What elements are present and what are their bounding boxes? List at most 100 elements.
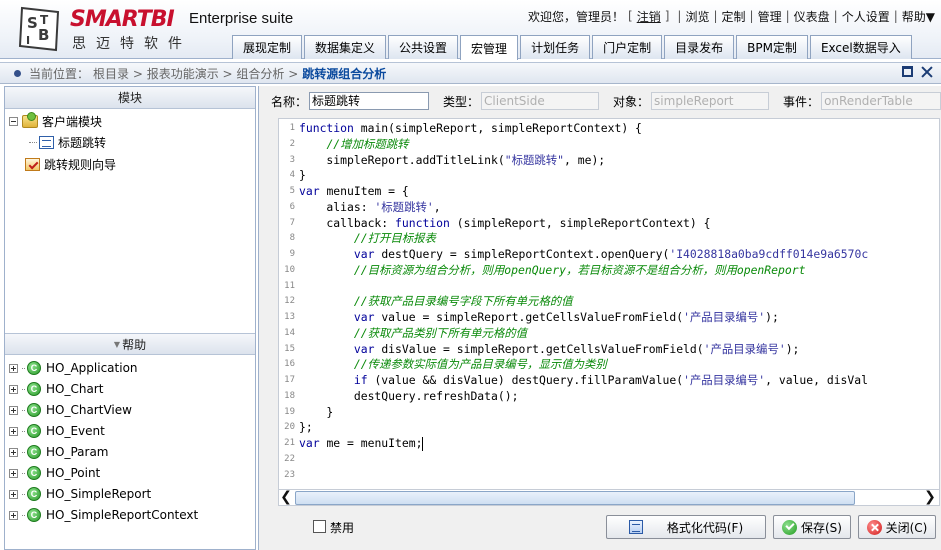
code-line: 12 //获取产品目录编号字段下所有单元格的值 bbox=[279, 293, 939, 309]
line-number: 1 bbox=[289, 123, 295, 133]
code-line: 9 var destQuery = simpleReportContext.op… bbox=[279, 246, 939, 262]
tab-dataset-definition[interactable]: 数据集定义 bbox=[304, 35, 387, 59]
tree-node-label: 标题跳转 bbox=[58, 135, 107, 150]
nav-browse[interactable]: 浏览 bbox=[685, 8, 709, 25]
code-line: 14 //获取产品类别下所有单元格的值 bbox=[279, 325, 939, 341]
nav-customize[interactable]: 定制 bbox=[722, 8, 746, 25]
name-field[interactable]: 标题跳转 bbox=[309, 92, 430, 110]
disable-label: 禁用 bbox=[330, 521, 355, 535]
class-icon: C bbox=[27, 445, 41, 459]
help-item[interactable]: C HO_Event bbox=[9, 422, 105, 440]
expand-icon[interactable] bbox=[9, 510, 18, 520]
expand-icon[interactable] bbox=[9, 405, 18, 415]
help-item-label: HO_Point bbox=[46, 466, 101, 480]
expand-icon[interactable] bbox=[9, 363, 18, 373]
format-icon bbox=[628, 520, 643, 534]
code-line: 22 bbox=[279, 451, 939, 467]
tree-node-jump-rule-wizard[interactable]: 跳转规则向导 bbox=[25, 155, 116, 173]
help-panel-header[interactable]: ▼ 帮助 bbox=[5, 333, 255, 355]
brand-cn-text: 思迈特软件 bbox=[72, 36, 192, 52]
tree-node-label: 客户端模块 bbox=[42, 114, 103, 129]
wizard-icon bbox=[25, 157, 40, 171]
tab-bpm-design[interactable]: BPM定制 bbox=[736, 35, 808, 59]
class-icon: C bbox=[27, 508, 41, 522]
help-item[interactable]: C HO_SimpleReport bbox=[9, 485, 151, 503]
code-line: 17 if (value && disValue) destQuery.fill… bbox=[279, 372, 939, 388]
save-button[interactable]: 保存(S) bbox=[773, 515, 851, 539]
help-item-label: HO_SimpleReportContext bbox=[46, 508, 199, 522]
help-item-label: HO_Param bbox=[46, 445, 109, 459]
breadcrumb-prefix: 当前位置： bbox=[29, 66, 90, 81]
expand-icon[interactable] bbox=[9, 489, 18, 499]
tree-node-title-jump[interactable]: 标题跳转 bbox=[29, 133, 106, 151]
tree-node-client-module[interactable]: 客户端模块 bbox=[9, 111, 103, 130]
code-line: 20}; bbox=[279, 419, 939, 435]
tab-catalog-publish[interactable]: 目录发布 bbox=[664, 35, 735, 59]
code-line: 18 destQuery.refreshData(); bbox=[279, 388, 939, 404]
help-item[interactable]: C HO_Param bbox=[9, 443, 109, 461]
welcome-text: 欢迎您，管理员！ bbox=[528, 9, 625, 24]
tab-excel-import[interactable]: Excel数据导入 bbox=[809, 35, 912, 59]
expand-icon[interactable] bbox=[9, 426, 18, 436]
main-tabs: 展现定制 数据集定义 公共设置 宏管理 计划任务 门户定制 目录发布 BPM定制… bbox=[232, 35, 914, 60]
help-list: C HO_Application C HO_Chart C HO_ChartView C HO… bbox=[5, 355, 255, 545]
line-number: 6 bbox=[289, 201, 295, 212]
folder-icon bbox=[22, 111, 38, 128]
app-window: S B T I SMARTBI 思迈特软件 Enterprise suite 欢… bbox=[0, 0, 941, 550]
class-icon: C bbox=[27, 403, 41, 417]
text-caret bbox=[422, 436, 424, 451]
line-number: 17 bbox=[284, 375, 295, 385]
maximize-icon[interactable] bbox=[902, 66, 913, 77]
nav-help-menu[interactable]: 帮助▼ bbox=[902, 8, 935, 25]
horizontal-scrollbar[interactable]: ❮ ❯ bbox=[278, 490, 940, 506]
line-number: 3 bbox=[289, 154, 295, 165]
help-item[interactable]: C HO_ChartView bbox=[9, 401, 132, 419]
code-line: 7 callback: function (simpleReport, simp… bbox=[279, 215, 939, 231]
breadcrumb-current: 跳转源组合分析 bbox=[302, 66, 387, 81]
tab-report-design[interactable]: 展现定制 bbox=[232, 35, 303, 59]
breadcrumb-path[interactable]: 根目录 > 报表功能演示 > 组合分析 > bbox=[93, 65, 298, 82]
close-button[interactable]: 关闭(C) bbox=[858, 515, 936, 539]
code-line: 1 function main(simpleReport, simpleRepor… bbox=[279, 120, 939, 136]
header: S B T I SMARTBI 思迈特软件 Enterprise suite 欢… bbox=[0, 0, 941, 60]
code-line: 6 alias: '标题跳转', bbox=[279, 199, 939, 215]
tab-scheduled-tasks[interactable]: 计划任务 bbox=[520, 35, 591, 59]
line-number: 5 bbox=[289, 186, 295, 196]
name-label: 名称： bbox=[271, 94, 308, 109]
expand-icon[interactable] bbox=[9, 468, 18, 478]
help-item[interactable]: C HO_Application bbox=[9, 359, 138, 377]
close-icon[interactable] bbox=[921, 66, 933, 78]
nav-manage[interactable]: 管理 bbox=[758, 8, 782, 25]
code-line: 16 //传递参数实际值为产品目录编号，显示值为类别 bbox=[279, 356, 939, 372]
help-item[interactable]: C HO_Point bbox=[9, 464, 100, 482]
logout-link[interactable]: 注销 bbox=[637, 8, 661, 25]
help-item-label: HO_Application bbox=[46, 361, 138, 375]
event-field: onRenderTable bbox=[821, 92, 941, 110]
disable-checkbox[interactable] bbox=[313, 520, 326, 533]
help-item-label: HO_Event bbox=[46, 424, 105, 438]
format-code-button[interactable]: 格式化代码(F) bbox=[606, 515, 766, 539]
collapse-icon[interactable] bbox=[9, 116, 18, 126]
tab-macro-management[interactable]: 宏管理 bbox=[460, 35, 519, 60]
scroll-right-icon[interactable]: ❯ bbox=[923, 490, 937, 505]
tab-portal-design[interactable]: 门户定制 bbox=[592, 35, 663, 59]
expand-icon[interactable] bbox=[9, 384, 18, 394]
svg-text:S: S bbox=[27, 14, 38, 32]
code-line: 11 bbox=[279, 278, 939, 294]
tab-public-settings[interactable]: 公共设置 bbox=[388, 35, 459, 59]
svg-text:T: T bbox=[40, 13, 49, 27]
code-editor[interactable]: 1 function main(simpleReport, simpleRepor… bbox=[278, 118, 940, 490]
object-field: simpleReport bbox=[651, 92, 770, 110]
help-item[interactable]: C HO_SimpleReportContext bbox=[9, 506, 198, 524]
scroll-left-icon[interactable]: ❮ bbox=[279, 490, 293, 505]
nav-dashboard[interactable]: 仪表盘 bbox=[794, 8, 830, 25]
object-label: 对象： bbox=[613, 94, 650, 109]
collapse-arrow-icon: ▼ bbox=[113, 339, 121, 349]
line-number: 4 bbox=[289, 170, 295, 181]
code-line: 23 bbox=[279, 467, 939, 483]
nav-personal-settings[interactable]: 个人设置 bbox=[842, 8, 890, 25]
help-item[interactable]: C HO_Chart bbox=[9, 380, 103, 398]
expand-icon[interactable] bbox=[9, 447, 18, 457]
scroll-thumb[interactable] bbox=[295, 491, 855, 505]
line-number: 13 bbox=[284, 312, 295, 322]
